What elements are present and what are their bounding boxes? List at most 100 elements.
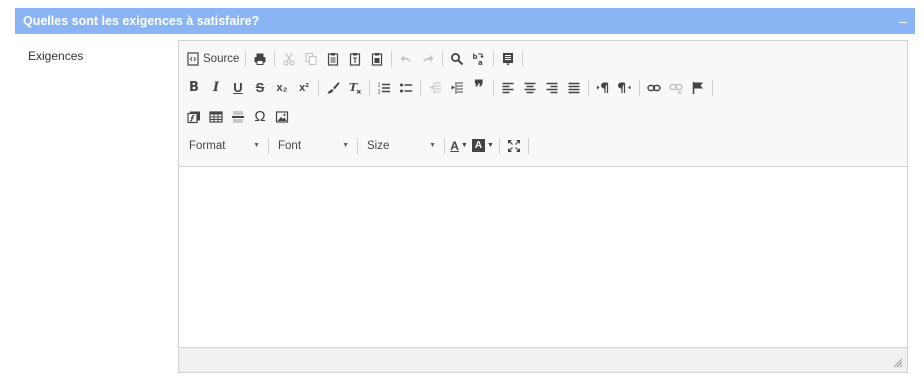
- align-right-button[interactable]: [541, 77, 563, 99]
- separator: [444, 137, 445, 154]
- strikethrough-button[interactable]: S: [249, 77, 271, 99]
- separator: [712, 79, 713, 96]
- rtl-icon: [618, 82, 631, 93]
- horizontal-rule-button[interactable]: [227, 106, 249, 128]
- font-dropdown-label: Font: [278, 139, 302, 152]
- separator: [357, 137, 358, 154]
- chevron-down-icon: ▼: [253, 142, 260, 149]
- editor-toolbar: Source b a B I U S x₂ x² T 1 2 ❞ Ω Forma…: [179, 41, 907, 167]
- svg-text:2: 2: [378, 89, 381, 95]
- remove-format-icon: T: [349, 81, 361, 94]
- numbered-list-button[interactable]: 12: [373, 77, 395, 99]
- separator: [391, 50, 393, 67]
- undo-button[interactable]: [395, 48, 417, 70]
- svg-text:a: a: [478, 59, 483, 66]
- text-color-label: A: [450, 138, 459, 153]
- separator: [522, 50, 524, 67]
- size-dropdown-label: Size: [367, 139, 390, 152]
- align-center-icon: [524, 82, 536, 93]
- font-dropdown[interactable]: Font ▼: [272, 135, 354, 157]
- maximize-icon: [507, 139, 520, 152]
- ltr-button[interactable]: [592, 77, 614, 99]
- copy-icon: [305, 52, 317, 65]
- blockquote-button[interactable]: ❞: [468, 77, 490, 99]
- outdent-button[interactable]: [424, 77, 446, 99]
- chevron-down-icon: ▼: [487, 142, 494, 149]
- bg-color-label: A: [472, 139, 485, 152]
- align-center-button[interactable]: [519, 77, 541, 99]
- field-label: Exigences: [28, 49, 84, 63]
- replace-icon: ba: [473, 53, 485, 66]
- panel-title: Quelles sont les exigences à satisfaire?: [23, 14, 260, 28]
- align-justify-button[interactable]: [563, 77, 585, 99]
- replace-button[interactable]: ba: [468, 48, 490, 70]
- italic-button[interactable]: I: [205, 77, 227, 99]
- table-button[interactable]: [205, 106, 227, 128]
- separator: [588, 79, 589, 96]
- outdent-icon: [429, 81, 441, 94]
- cut-button[interactable]: [278, 48, 300, 70]
- paste-word-icon: [372, 52, 383, 66]
- svg-text:1: 1: [378, 82, 381, 88]
- rtl-button[interactable]: [614, 77, 636, 99]
- anchor-button[interactable]: [687, 77, 709, 99]
- separator: [493, 50, 495, 67]
- bold-button[interactable]: B: [183, 77, 205, 99]
- collapse-button[interactable]: –: [899, 14, 907, 28]
- find-button[interactable]: [446, 48, 468, 70]
- underline-button[interactable]: U: [227, 77, 249, 99]
- paintbrush-icon: [327, 81, 340, 93]
- cut-icon: [283, 52, 296, 66]
- subscript-button[interactable]: x₂: [271, 77, 293, 99]
- editor-content-area[interactable]: [179, 167, 907, 347]
- numbered-list-icon: 12: [378, 82, 390, 95]
- redo-button[interactable]: [417, 48, 439, 70]
- source-button[interactable]: Source: [183, 48, 242, 70]
- flash-button[interactable]: [183, 106, 205, 128]
- print-icon: [254, 53, 266, 65]
- toolbar-row-2: B I U S x₂ x² T 12 ❞: [183, 73, 903, 102]
- panel-header[interactable]: Quelles sont les exigences à satisfaire?…: [15, 8, 915, 34]
- copy-format-button[interactable]: [322, 77, 344, 99]
- link-button[interactable]: [643, 77, 665, 99]
- templates-button[interactable]: [497, 48, 519, 70]
- separator: [498, 137, 500, 154]
- remove-format-button[interactable]: T: [344, 77, 366, 99]
- separator: [493, 79, 494, 96]
- copy-button[interactable]: [300, 48, 322, 70]
- unlink-button[interactable]: [665, 77, 687, 99]
- svg-text:b: b: [473, 53, 478, 61]
- table-icon: [209, 110, 223, 123]
- flash-icon: [187, 111, 200, 123]
- indent-button[interactable]: [446, 77, 468, 99]
- superscript-button[interactable]: x²: [293, 77, 315, 99]
- size-dropdown[interactable]: Size ▼: [361, 135, 441, 157]
- paste-text-button[interactable]: [344, 48, 366, 70]
- separator: [274, 50, 276, 67]
- text-color-button[interactable]: A ▼: [448, 135, 470, 157]
- flag-icon: [692, 81, 703, 94]
- toolbar-row-1: Source b a: [183, 44, 903, 73]
- maximize-button[interactable]: [503, 135, 525, 157]
- chevron-down-icon: ▼: [460, 142, 468, 149]
- chevron-down-icon: ▼: [342, 142, 349, 149]
- background-color-button[interactable]: A ▼: [470, 135, 496, 157]
- print-button[interactable]: [249, 48, 271, 70]
- paste-button[interactable]: [322, 48, 344, 70]
- separator: [420, 79, 421, 96]
- image-icon: [275, 110, 289, 123]
- paste-word-button[interactable]: [366, 48, 388, 70]
- align-justify-icon: [568, 82, 580, 93]
- format-dropdown[interactable]: Format ▼: [183, 135, 265, 157]
- bulleted-list-button[interactable]: [395, 77, 417, 99]
- resize-grip-icon[interactable]: [893, 358, 903, 368]
- source-label: Source: [203, 52, 240, 65]
- align-left-button[interactable]: [497, 77, 519, 99]
- special-char-button[interactable]: Ω: [249, 106, 271, 128]
- bulleted-list-icon: [400, 83, 412, 92]
- align-left-icon: [502, 82, 514, 93]
- link-icon: [647, 84, 661, 91]
- image-button[interactable]: [271, 106, 293, 128]
- chevron-down-icon: ▼: [429, 142, 436, 149]
- rich-text-editor: Source b a B I U S x₂ x² T 1 2 ❞ Ω Forma…: [178, 40, 908, 373]
